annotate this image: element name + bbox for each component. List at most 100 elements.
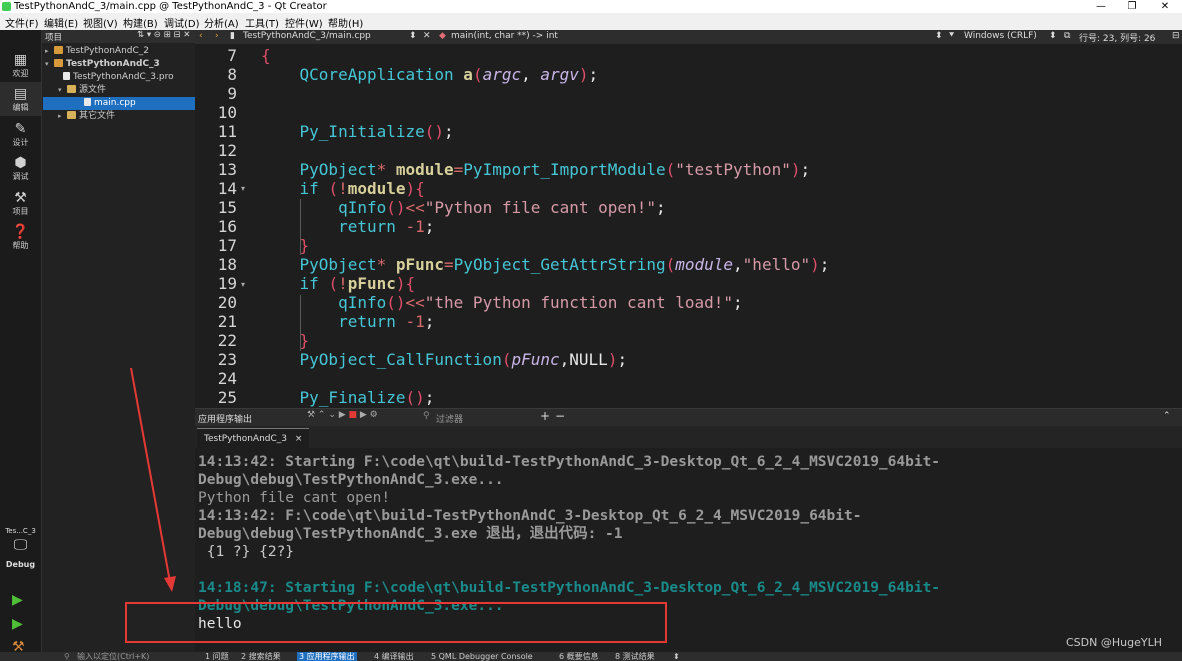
status-tab-test-results[interactable]: 8 测试结果 [615, 652, 655, 661]
bug-icon: ⬢ [14, 155, 27, 171]
output-pane-title: 应用程序输出 [198, 415, 253, 425]
line-number: 21 [217, 312, 237, 331]
line-number: 18 [217, 255, 237, 274]
mode-welcome[interactable]: ▦ 欢迎 [0, 48, 41, 82]
collapse-arrow-icon: ▾ [45, 60, 49, 68]
status-tab-app-output[interactable]: 3 应用程序输出 [297, 652, 357, 661]
function-combo[interactable]: main(int, char **) -> int [451, 31, 558, 41]
tree-node-other-files[interactable]: ▸ 其它文件 [58, 110, 115, 123]
menu-debug[interactable]: 调试(D) [164, 15, 200, 30]
zoom-in-icon[interactable]: + [540, 409, 550, 423]
output-line: Debug\debug\TestPythonAndC_3.exe 退出，退出代码… [198, 526, 623, 542]
minimize-button[interactable]: — [1086, 0, 1116, 13]
status-tab-qml-console[interactable]: 5 QML Debugger Console [431, 652, 533, 661]
help-icon: ❓ [11, 224, 30, 240]
title-bar: TestPythonAndC_3/main.cpp @ TestPythonAn… [0, 0, 1182, 13]
code-line: if (!pFunc){ [261, 274, 416, 293]
split-icon[interactable]: ⧉ [1064, 31, 1070, 41]
menu-edit[interactable]: 编辑(E) [44, 15, 78, 30]
chevron-down-icon[interactable]: ⬍ [935, 31, 943, 41]
tree-node-pro-file[interactable]: TestPythonAndC_3.pro [63, 71, 174, 84]
line-number: 24 [217, 369, 237, 388]
close-button[interactable]: ✕ [1150, 0, 1180, 13]
tree-node-sources[interactable]: ▾ 源文件 [58, 84, 106, 97]
line-number: 12 [217, 141, 237, 160]
output-line: Debug\debug\TestPythonAndC_3.exe... [198, 472, 504, 488]
menu-bar: 文件(F) 编辑(E) 视图(V) 构建(B) 调试(D) 分析(A) 工具(T… [0, 13, 1182, 30]
close-split-icon[interactable]: ⊟ [1172, 31, 1180, 41]
zoom-out-icon[interactable]: − [555, 409, 565, 423]
output-line: 14:13:42: F:\code\qt\build-TestPythonAnd… [198, 508, 862, 524]
status-tab-general-messages[interactable]: 6 概要信息 [559, 652, 599, 661]
menu-file[interactable]: 文件(F) [5, 15, 39, 30]
menu-controls[interactable]: 控件(W) [285, 15, 323, 30]
chevron-updown-icon[interactable]: ⬍ [673, 652, 680, 661]
fold-marker-icon[interactable]: ▾ [241, 280, 245, 289]
project-tree [42, 30, 195, 652]
line-number: 17 [217, 236, 237, 255]
mode-edit[interactable]: ▤ 编辑 [0, 82, 41, 116]
monitor-icon[interactable]: 🖵 [0, 537, 41, 553]
grid-icon: ▦ [13, 52, 28, 68]
output-toolbar-icons[interactable]: ⚒ ⌃ ⌄ ▶ ■ ▶ ⚙ [307, 410, 378, 420]
line-number: 14 [217, 179, 237, 198]
line-number: 19 [217, 274, 237, 293]
output-tab[interactable]: TestPythonAndC_3 × [197, 428, 310, 449]
project-tree-header: 项目 ⇅ ▾ ⊝ ⊞ ⊟ ✕ [42, 30, 195, 43]
menu-view[interactable]: 视图(V) [83, 15, 118, 30]
line-number: 22 [217, 331, 237, 350]
tree-node-project3[interactable]: ▾ TestPythonAndC_3 [45, 58, 160, 71]
nav-back-icon[interactable]: ‹ [199, 31, 203, 41]
chevron-down-icon[interactable]: ⬍ [409, 31, 417, 41]
mode-help[interactable]: ❓ 帮助 [0, 220, 41, 254]
debug-run-icon[interactable]: ▶ [12, 616, 23, 632]
menu-build[interactable]: 构建(B) [123, 15, 158, 30]
mode-debug[interactable]: ⬢ 调试 [0, 151, 41, 185]
status-tab-search-results[interactable]: 2 搜索结果 [241, 652, 281, 661]
line-number: 11 [217, 122, 237, 141]
open-file-combo[interactable]: TestPythonAndC_3/main.cpp [243, 31, 371, 41]
nav-forward-icon[interactable]: › [215, 31, 219, 41]
folder-icon [67, 111, 76, 119]
code-editor[interactable]: { QCoreApplication a(argc, argv); Py_Ini… [256, 44, 1182, 408]
output-tab-bar: TestPythonAndC_3 × [195, 426, 1182, 449]
search-icon: ⚲ [64, 652, 70, 661]
output-filter-input[interactable]: 过滤器 [436, 412, 463, 425]
status-tab-compile-output[interactable]: 4 编译输出 [374, 652, 414, 661]
close-tab-icon[interactable]: × [295, 434, 303, 444]
project-icon [54, 59, 63, 67]
menu-analyze[interactable]: 分析(A) [204, 15, 239, 30]
expand-arrow-icon: ▸ [58, 112, 62, 120]
code-line: if (!module){ [261, 179, 425, 198]
mode-projects[interactable]: ⚒ 项目 [0, 186, 41, 220]
line-number: 15 [217, 198, 237, 217]
output-pane-toolbar: 应用程序输出 ⚒ ⌃ ⌄ ▶ ■ ▶ ⚙ ⚲ 过滤器 + − ⌃ [195, 408, 1182, 427]
locator-input[interactable]: 输入以定位(Ctrl+K) [77, 652, 149, 661]
tree-toolbar-icons[interactable]: ⇅ ▾ ⊝ ⊞ ⊟ ✕ [137, 30, 190, 40]
close-document-icon[interactable]: ✕ [423, 31, 431, 41]
project-icon [54, 46, 63, 54]
chevron-down-icon[interactable]: ⬍ [1049, 31, 1057, 41]
fold-marker-icon[interactable]: ▾ [241, 184, 245, 193]
status-tab-issues[interactable]: 1 问题 [205, 652, 229, 661]
mode-bar: ▦ 欢迎 ▤ 编辑 ✎ 设计 ⬢ 调试 ⚒ 项目 ❓ 帮助 Tes...C_3 … [0, 30, 42, 655]
maximize-button[interactable]: ❐ [1117, 0, 1147, 13]
maximize-pane-icon[interactable]: ⌃ [1163, 411, 1171, 421]
filter-icon: ⯆ [948, 31, 956, 41]
file-icon [63, 72, 70, 80]
tree-node-main-cpp[interactable]: main.cpp [43, 97, 195, 110]
pencil-icon: ✎ [14, 121, 27, 137]
code-line: { [261, 46, 271, 65]
code-line: Py_Initialize(); [261, 122, 454, 141]
menu-tools[interactable]: 工具(T) [245, 15, 279, 30]
menu-help[interactable]: 帮助(H) [328, 15, 363, 30]
annotation-highlight-box [125, 602, 667, 643]
tree-node-project2[interactable]: ▸ TestPythonAndC_2 [45, 45, 149, 58]
wrench-icon: ⚒ [14, 190, 27, 206]
line-number: 7 [227, 46, 237, 65]
line-number: 8 [227, 65, 237, 84]
code-line: return -1; [261, 217, 435, 236]
line-ending-combo[interactable]: Windows (CRLF) [964, 31, 1037, 41]
run-icon[interactable]: ▶ [12, 592, 23, 608]
mode-design[interactable]: ✎ 设计 [0, 117, 41, 151]
